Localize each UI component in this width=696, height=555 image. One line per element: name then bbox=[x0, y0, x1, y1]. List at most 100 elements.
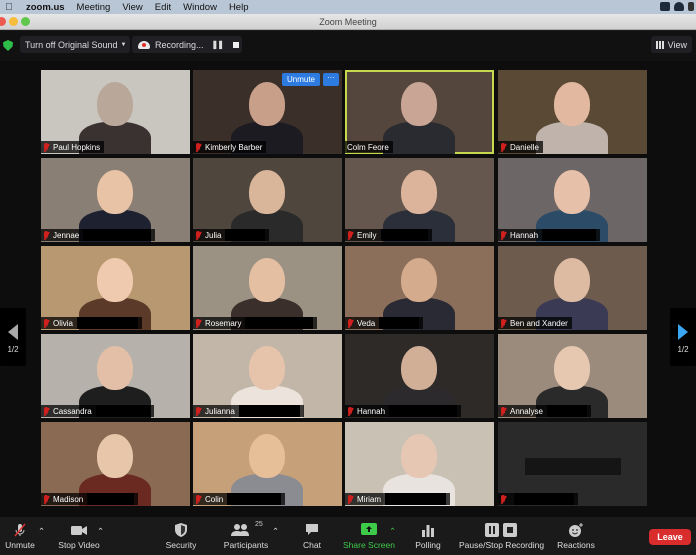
muted-mic-icon bbox=[347, 494, 353, 504]
pause-stop-icon bbox=[459, 523, 543, 537]
participant-name: Veda bbox=[357, 318, 376, 328]
view-button[interactable]: View bbox=[650, 36, 692, 53]
participant-name-tag: Olivia bbox=[41, 317, 143, 329]
chat-button[interactable]: Chat bbox=[300, 523, 324, 550]
participant-face bbox=[554, 170, 590, 214]
zoom-tray-icon[interactable] bbox=[660, 2, 670, 11]
participant-name: Olivia bbox=[53, 318, 74, 328]
menu-window[interactable]: Window bbox=[183, 2, 217, 13]
participant-tile[interactable]: Emily bbox=[345, 158, 494, 242]
participant-name: Colin bbox=[205, 494, 224, 504]
participant-name-tag: Hannah bbox=[345, 405, 462, 417]
ask-to-unmute-button[interactable]: Unmute bbox=[281, 73, 320, 86]
redacted-surname bbox=[77, 317, 139, 329]
participants-options-caret[interactable]: ⌃ bbox=[272, 526, 279, 537]
muted-mic-icon bbox=[195, 406, 201, 416]
pause-recording-icon[interactable]: ❚❚ bbox=[212, 40, 224, 49]
participant-tile[interactable]: Colm Feore bbox=[345, 70, 494, 154]
gallery-view: 1/2 1/2 Paul Hopkins Kimberly Barber Unmut… bbox=[0, 61, 696, 517]
participant-name-tag: Emily bbox=[345, 229, 432, 241]
participant-tile[interactable]: Rosemary bbox=[193, 246, 342, 330]
participant-face bbox=[554, 346, 590, 390]
apple-icon[interactable]:  bbox=[2, 2, 16, 13]
reactions-label: Reactions bbox=[557, 540, 595, 550]
menu-view[interactable]: View bbox=[122, 2, 142, 13]
participant-tile[interactable]: Hannah bbox=[498, 158, 647, 242]
window-title: Zoom Meeting bbox=[319, 16, 377, 27]
participant-face bbox=[401, 258, 437, 302]
reactions-button[interactable]: Reactions bbox=[557, 523, 595, 550]
muted-mic-icon bbox=[500, 406, 506, 416]
menu-app[interactable]: zoom.us bbox=[26, 2, 65, 13]
menu-edit[interactable]: Edit bbox=[155, 2, 171, 13]
participants-button[interactable]: 25 Participants bbox=[222, 521, 270, 550]
menu-meeting[interactable]: Meeting bbox=[77, 2, 111, 13]
security-shield-icon bbox=[162, 523, 200, 537]
participant-face bbox=[249, 170, 285, 214]
stop-recording-icon[interactable] bbox=[232, 41, 239, 48]
next-page-button[interactable]: 1/2 bbox=[670, 308, 696, 366]
share-options-caret[interactable]: ⌃ bbox=[389, 526, 396, 537]
unmute-button[interactable]: Unmute bbox=[4, 523, 36, 550]
participant-tile[interactable]: Danielle bbox=[498, 70, 647, 154]
redacted-surname bbox=[238, 405, 300, 417]
participant-tile[interactable]: Colin bbox=[193, 422, 342, 506]
leave-button[interactable]: Leave bbox=[649, 529, 691, 545]
stop-video-button[interactable]: Stop Video bbox=[56, 523, 102, 550]
participant-tile[interactable]: Olivia bbox=[41, 246, 190, 330]
prev-page-button[interactable]: 1/2 bbox=[0, 308, 26, 366]
status-tray bbox=[660, 2, 694, 11]
redacted-surname bbox=[87, 493, 135, 505]
original-sound-caret[interactable]: ▼ bbox=[117, 36, 130, 53]
display-icon[interactable] bbox=[688, 2, 694, 11]
chat-bubble-icon bbox=[300, 523, 324, 537]
participant-tile[interactable]: Paul Hopkins bbox=[41, 70, 190, 154]
participant-face bbox=[97, 170, 133, 214]
muted-mic-icon bbox=[347, 406, 353, 416]
menu-help[interactable]: Help bbox=[229, 2, 249, 13]
participant-name: Cassandra bbox=[53, 406, 92, 416]
audio-options-caret[interactable]: ⌃ bbox=[38, 526, 45, 537]
participant-name-tag: Paul Hopkins bbox=[41, 141, 105, 153]
participant-tile[interactable]: Miriam bbox=[345, 422, 494, 506]
page-indicator-right: 1/2 bbox=[677, 345, 689, 354]
share-screen-button[interactable]: Share Screen bbox=[343, 523, 395, 550]
participant-name-tag: Annalyse bbox=[498, 405, 591, 417]
participant-face bbox=[401, 170, 437, 214]
more-options-button[interactable]: ··· bbox=[323, 73, 339, 86]
participant-tile[interactable]: Veda bbox=[345, 246, 494, 330]
participant-tile[interactable]: Kimberly Barber Unmute ··· bbox=[193, 70, 342, 154]
participant-face bbox=[554, 82, 590, 126]
redacted-surname bbox=[542, 229, 597, 241]
participant-video bbox=[383, 122, 455, 154]
participant-tile[interactable]: Madison bbox=[41, 422, 190, 506]
participant-face bbox=[97, 258, 133, 302]
participant-name-tag: Hannah bbox=[498, 229, 601, 241]
participant-tile[interactable]: Annalyse bbox=[498, 334, 647, 418]
participant-face bbox=[97, 82, 133, 126]
participant-tile[interactable]: Hannah bbox=[345, 334, 494, 418]
arrow-right-icon bbox=[678, 324, 688, 340]
security-button[interactable]: Security bbox=[162, 523, 200, 550]
original-sound-button[interactable]: Turn off Original Sound bbox=[20, 36, 123, 53]
participant-tile[interactable]: Julianna bbox=[193, 334, 342, 418]
cloud-icon[interactable] bbox=[674, 2, 684, 11]
participant-face bbox=[249, 434, 285, 478]
redacted-surname bbox=[379, 317, 420, 329]
muted-mic-icon bbox=[195, 494, 201, 504]
muted-mic-icon bbox=[195, 318, 201, 328]
encryption-shield-icon[interactable] bbox=[3, 40, 13, 51]
participant-tile[interactable]: Ben and Xander bbox=[498, 246, 647, 330]
video-options-caret[interactable]: ⌃ bbox=[97, 526, 104, 537]
participant-name: Hannah bbox=[510, 230, 539, 240]
participant-name: Paul Hopkins bbox=[53, 142, 101, 152]
participant-face bbox=[249, 258, 285, 302]
participant-tile[interactable]: Cassandra bbox=[41, 334, 190, 418]
pause-stop-recording-button[interactable]: Pause/Stop Recording bbox=[459, 523, 545, 550]
participant-tile[interactable] bbox=[498, 422, 647, 506]
muted-mic-icon bbox=[500, 230, 506, 240]
polling-button[interactable]: Polling bbox=[413, 523, 443, 550]
participant-tile[interactable]: Julia bbox=[193, 158, 342, 242]
pause-stop-recording-label: Pause/Stop Recording bbox=[459, 540, 545, 550]
participant-tile[interactable]: Jennae bbox=[41, 158, 190, 242]
